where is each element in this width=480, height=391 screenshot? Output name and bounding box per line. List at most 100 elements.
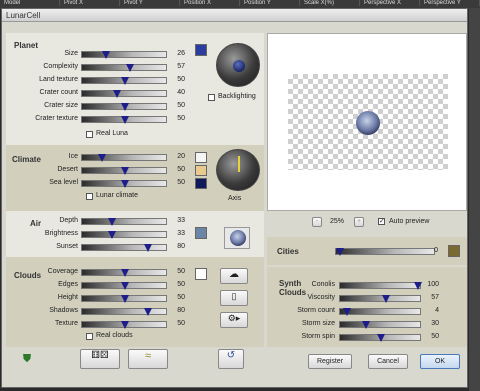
- height-slider-thumb[interactable]: [121, 295, 129, 303]
- storm-size-slider[interactable]: [339, 321, 421, 329]
- backlighting-checkbox[interactable]: [208, 94, 215, 101]
- host-tab[interactable]: Position X: [180, 0, 240, 6]
- real-clouds-checkbox[interactable]: [86, 333, 93, 340]
- conolis-label: Conolis: [311, 281, 335, 288]
- host-app-side-strip: [469, 8, 480, 391]
- zoom-in-button[interactable]: +: [354, 217, 364, 227]
- zoom-out-button[interactable]: -: [312, 217, 322, 227]
- register-button[interactable]: Register: [308, 354, 352, 369]
- cities-panel: Cities 0: [267, 237, 467, 265]
- auto-preview-checkbox[interactable]: ✓: [378, 218, 385, 225]
- zoom-level: 25%: [330, 218, 345, 225]
- viscosity-slider-thumb[interactable]: [382, 295, 391, 303]
- complexity-slider-thumb[interactable]: [126, 64, 135, 72]
- depth-value: 33: [177, 217, 185, 224]
- randomize-dice-button[interactable]: ⚅⚄: [80, 349, 120, 369]
- land-texture-slider[interactable]: [81, 77, 167, 85]
- edges-slider-thumb[interactable]: [121, 282, 129, 290]
- planet-color-swatch[interactable]: [195, 44, 207, 56]
- clouds-color-swatch[interactable]: [195, 268, 207, 280]
- ice-slider-thumb[interactable]: [97, 154, 106, 162]
- air-panel: Air Depth 33 Brightness 33 Sunset 80: [6, 211, 264, 257]
- height-value: 50: [177, 294, 185, 301]
- storm-count-slider-thumb[interactable]: [342, 308, 351, 316]
- cloud-preset-button[interactable]: ☁: [220, 268, 248, 284]
- crater-count-slider-thumb[interactable]: [113, 90, 122, 98]
- ice-slider[interactable]: [81, 154, 167, 162]
- randomize-forward-button[interactable]: ⚙▸: [220, 312, 248, 328]
- crater-size-slider[interactable]: [81, 103, 167, 111]
- land-texture-slider-thumb[interactable]: [121, 77, 129, 85]
- storm-spin-slider-thumb[interactable]: [377, 334, 385, 342]
- shadows-slider-thumb[interactable]: [144, 308, 153, 316]
- synth-clouds-panel: Synth Clouds Conolis 100 Viscosity 57 Storm …: [267, 267, 467, 347]
- edges-slider[interactable]: [81, 282, 167, 290]
- conolis-slider-thumb[interactable]: [414, 282, 422, 290]
- depth-slider[interactable]: [81, 218, 167, 226]
- size-slider-thumb[interactable]: [102, 51, 111, 59]
- sea-level-slider-thumb[interactable]: [121, 180, 129, 188]
- brightness-slider-thumb[interactable]: [107, 231, 116, 239]
- document-icon: ▯: [231, 291, 237, 301]
- cancel-button[interactable]: Cancel: [368, 354, 408, 369]
- storm-spin-slider[interactable]: [339, 334, 421, 342]
- cities-color-swatch[interactable]: [448, 245, 460, 257]
- host-tab[interactable]: Pivot X: [60, 0, 120, 6]
- height-slider[interactable]: [81, 295, 167, 303]
- shield-icon[interactable]: ⛊: [20, 353, 34, 367]
- new-document-button[interactable]: ▯: [220, 290, 248, 306]
- ice-color-swatch[interactable]: [195, 152, 207, 163]
- air-color-swatch[interactable]: [195, 227, 207, 239]
- host-tab[interactable]: Perspective Y: [420, 0, 480, 6]
- sea-level-color-swatch[interactable]: [195, 178, 207, 189]
- wave-button[interactable]: ≈: [128, 349, 168, 369]
- ok-button[interactable]: OK: [420, 354, 460, 369]
- preview-frame: [267, 33, 467, 211]
- sunset-slider-thumb[interactable]: [144, 244, 153, 252]
- crater-count-label: Crater count: [39, 89, 78, 96]
- lunar-climate-checkbox[interactable]: [86, 193, 93, 200]
- brightness-label: Brightness: [44, 230, 78, 237]
- conolis-slider[interactable]: [339, 282, 422, 290]
- coverage-slider[interactable]: [81, 269, 167, 277]
- crater-size-slider-thumb[interactable]: [121, 103, 129, 111]
- atmosphere-preview-button[interactable]: [224, 227, 250, 249]
- sea-level-value: 50: [177, 179, 185, 186]
- crater-count-slider[interactable]: [81, 90, 167, 98]
- crater-texture-slider-thumb[interactable]: [121, 116, 129, 124]
- coverage-slider-thumb[interactable]: [121, 269, 129, 277]
- desert-color-swatch[interactable]: [195, 165, 207, 176]
- cities-slider[interactable]: [335, 248, 435, 256]
- viscosity-slider[interactable]: [339, 295, 421, 303]
- storm-count-slider[interactable]: [339, 308, 421, 316]
- host-tab[interactable]: Perspective X: [360, 0, 420, 6]
- axis-knob[interactable]: [216, 149, 260, 191]
- complexity-slider[interactable]: [81, 64, 167, 72]
- desert-slider-thumb[interactable]: [121, 167, 129, 175]
- shadows-slider[interactable]: [81, 308, 167, 316]
- size-slider[interactable]: [81, 51, 167, 59]
- cities-slider-thumb[interactable]: [336, 248, 344, 256]
- depth-slider-thumb[interactable]: [107, 218, 116, 226]
- backlighting-label: Backlighting: [218, 93, 256, 100]
- undo-button[interactable]: ↺: [218, 349, 244, 369]
- sea-level-slider[interactable]: [81, 180, 167, 188]
- brightness-slider[interactable]: [81, 231, 167, 239]
- desert-slider[interactable]: [81, 167, 167, 175]
- window-title: LunarCell: [2, 9, 467, 22]
- texture-slider-thumb[interactable]: [121, 321, 129, 329]
- texture-slider[interactable]: [81, 321, 167, 329]
- real-luna-checkbox[interactable]: [86, 131, 93, 138]
- crater-texture-slider[interactable]: [81, 116, 167, 124]
- host-tab[interactable]: Position Y: [240, 0, 300, 6]
- host-tab[interactable]: Model: [0, 0, 60, 6]
- storm-size-slider-thumb[interactable]: [362, 321, 371, 329]
- planet-rotation-knob[interactable]: [216, 43, 260, 87]
- host-tab[interactable]: Scale X(%): [300, 0, 360, 6]
- sunset-slider[interactable]: [81, 244, 167, 252]
- host-tab[interactable]: Pivot Y: [120, 0, 180, 6]
- crater-texture-value: 50: [177, 115, 185, 122]
- dice-icon: ⚅⚄: [91, 350, 109, 361]
- preview-planet: [356, 111, 380, 135]
- edges-label: Edges: [58, 281, 78, 288]
